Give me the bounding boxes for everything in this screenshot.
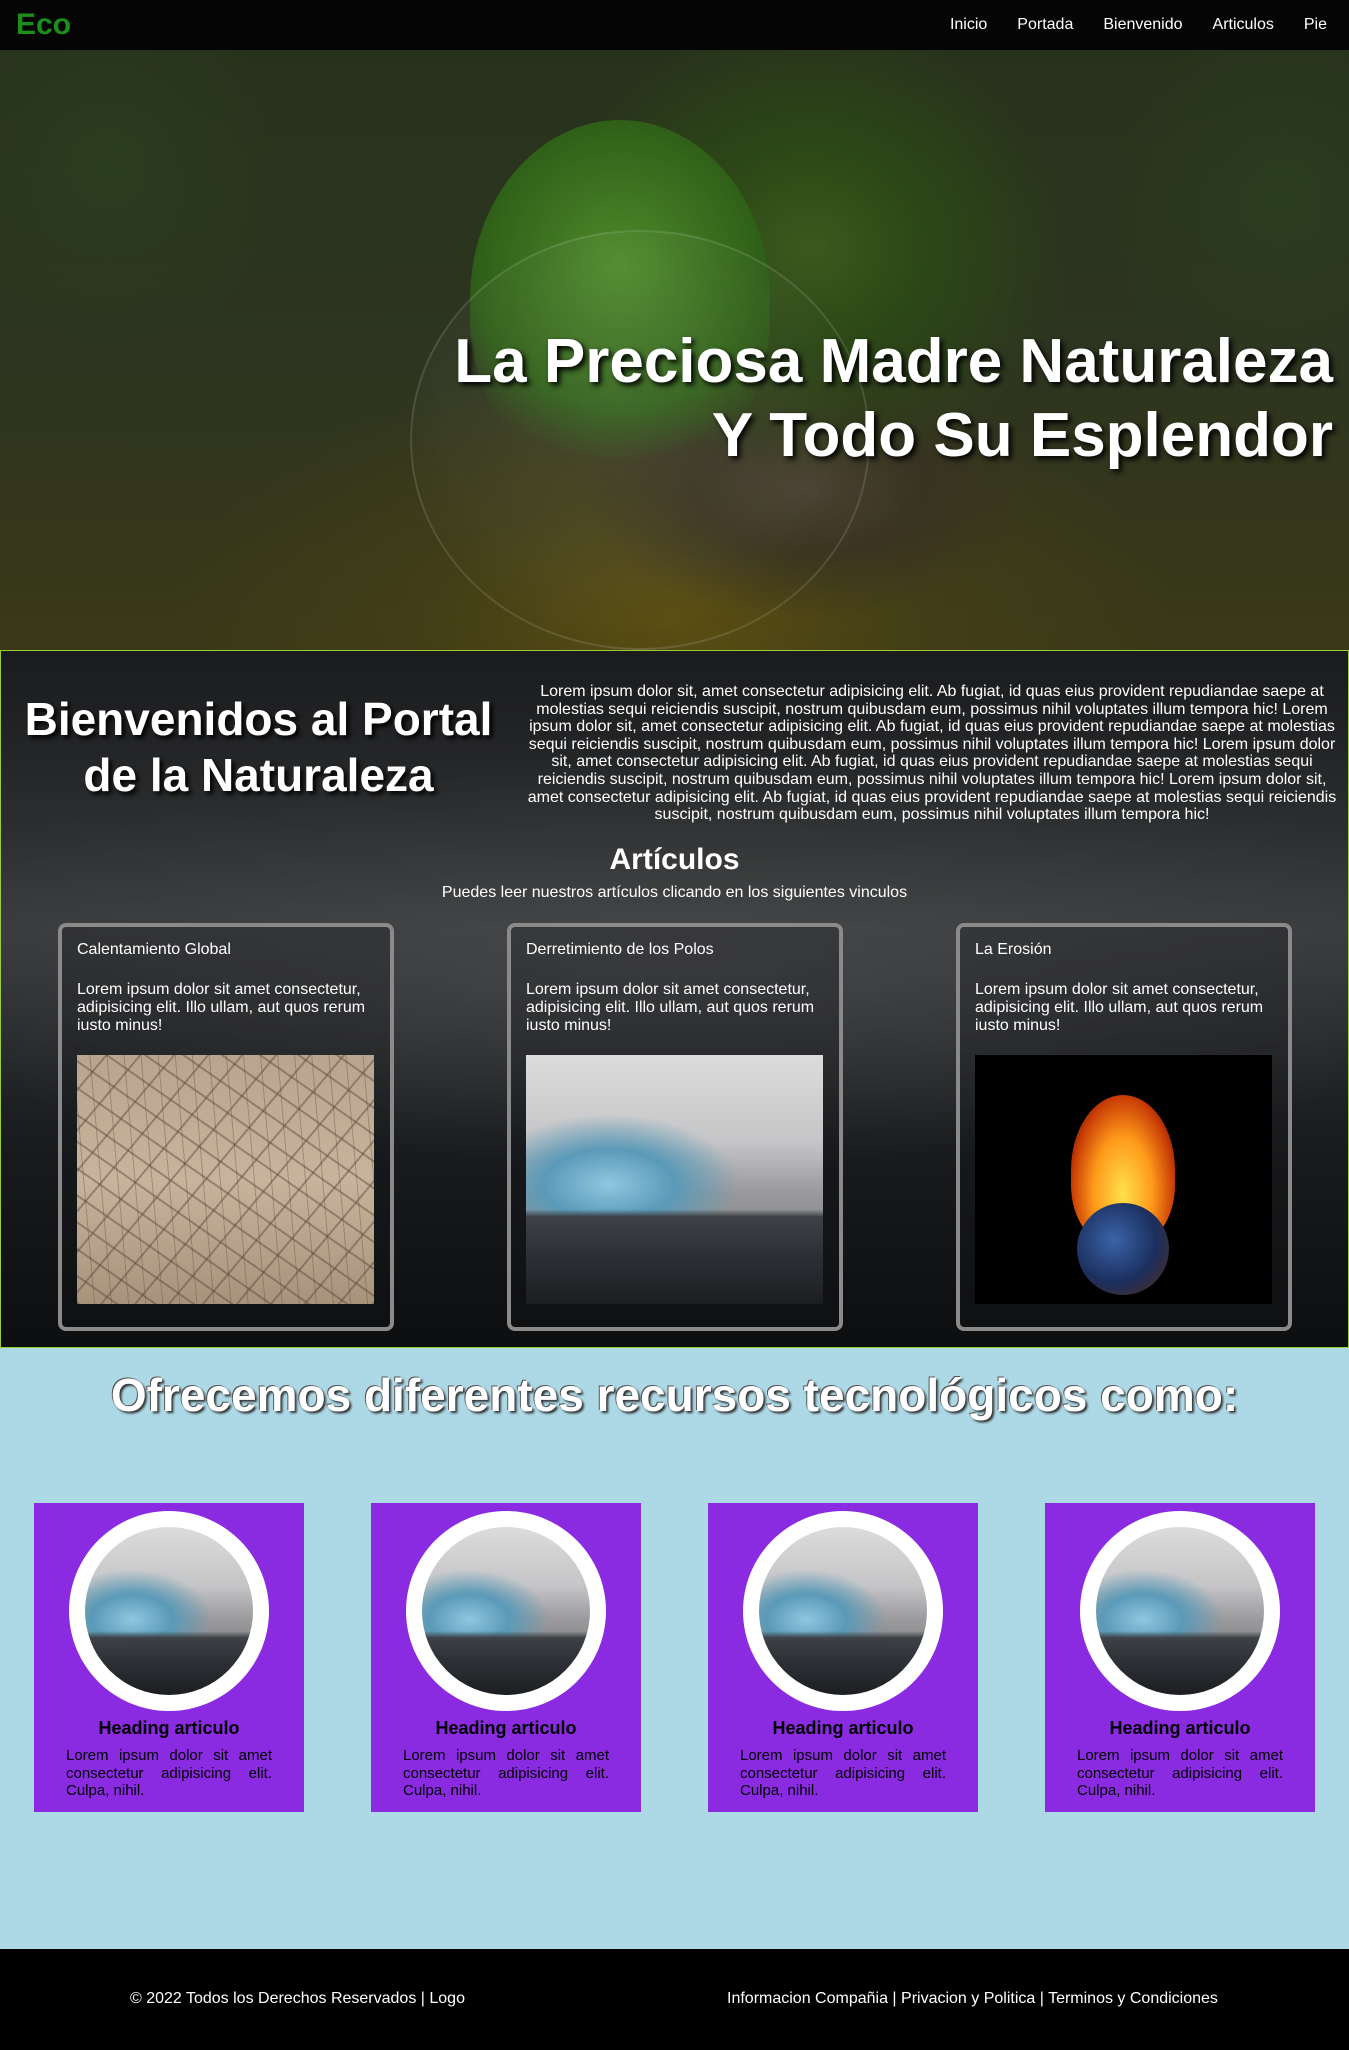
resource-image-frame — [743, 1511, 943, 1711]
footer-link-terminos[interactable]: Terminos y Condiciones — [1048, 1990, 1218, 2007]
hero-title: La Preciosa Madre Naturaleza Y Todo Su E… — [454, 325, 1333, 474]
hero-title-line1: La Preciosa Madre Naturaleza — [454, 327, 1333, 396]
footer-link-informacion[interactable]: Informacion Compañia — [727, 1990, 888, 2007]
article-card-title: Calentamiento Global — [77, 941, 231, 958]
footer-link-privacion[interactable]: Privacion y Politica — [901, 1990, 1035, 2007]
article-card-text: Lorem ipsum dolor sit amet consectetur, … — [975, 981, 1264, 1034]
article-card-title: Derretimiento de los Polos — [526, 941, 714, 958]
resource-heading: Heading articulo — [98, 1718, 240, 1738]
article-card-text: Lorem ipsum dolor sit amet consectetur, … — [526, 981, 815, 1034]
resources-title: Ofrecemos diferentes recursos tecnológic… — [110, 1369, 1239, 1421]
resource-heading: Heading articulo — [772, 1718, 914, 1738]
nav-link-pie[interactable]: Pie — [1304, 16, 1327, 34]
welcome-title: Bienvenidos al Portal de la Naturaleza — [24, 693, 493, 802]
articles-heading: Artículos — [609, 843, 740, 876]
footer-separator: | — [1035, 1990, 1049, 2007]
footer-separator: | — [887, 1990, 902, 2007]
welcome-text: Lorem ipsum dolor sit, amet consectetur … — [527, 683, 1337, 824]
resources-section: Ofrecemos diferentes recursos tecnológic… — [0, 1348, 1349, 1949]
resource-image-frame — [69, 1511, 269, 1711]
site-logo[interactable]: Eco — [16, 8, 71, 42]
top-navbar: Eco Inicio Portada Bienvenido Articulos … — [0, 0, 1349, 50]
hero-title-line2: Y Todo Su Esplendor — [711, 401, 1333, 471]
footer-links: Informacion Compañia | Privacion y Polit… — [727, 1990, 1218, 2008]
cracked-earth-image — [77, 1055, 374, 1304]
resource-glacier-image — [1096, 1527, 1264, 1695]
resource-text: Lorem ipsum dolor sit amet consectetur a… — [66, 1747, 272, 1800]
resource-image-frame — [1080, 1511, 1280, 1711]
nav-link-articulos[interactable]: Articulos — [1213, 16, 1274, 34]
nav-link-portada[interactable]: Portada — [1017, 16, 1073, 34]
resource-heading: Heading articulo — [1109, 1718, 1251, 1738]
resource-card[interactable]: Heading articulo Lorem ipsum dolor sit a… — [708, 1503, 978, 1812]
article-card-calentamiento[interactable]: Calentamiento Global Lorem ipsum dolor s… — [58, 923, 394, 1331]
resource-glacier-image — [422, 1527, 590, 1695]
resource-glacier-image — [759, 1527, 927, 1695]
article-card-title: La Erosión — [975, 941, 1052, 958]
burning-earth-image — [975, 1055, 1272, 1304]
page-footer: © 2022 Todos los Derechos Reservados | L… — [0, 1949, 1349, 2050]
resource-heading: Heading articulo — [435, 1718, 577, 1738]
resource-card[interactable]: Heading articulo Lorem ipsum dolor sit a… — [1045, 1503, 1315, 1812]
resource-text: Lorem ipsum dolor sit amet consectetur a… — [740, 1747, 946, 1800]
nav-link-bienvenido[interactable]: Bienvenido — [1103, 16, 1182, 34]
hero-banner: La Preciosa Madre Naturaleza Y Todo Su E… — [0, 50, 1349, 650]
resource-card[interactable]: Heading articulo Lorem ipsum dolor sit a… — [34, 1503, 304, 1812]
nav-links: Inicio Portada Bienvenido Articulos Pie — [950, 16, 1333, 34]
article-card-erosion[interactable]: La Erosión Lorem ipsum dolor sit amet co… — [956, 923, 1292, 1331]
resource-text: Lorem ipsum dolor sit amet consectetur a… — [403, 1747, 609, 1800]
resource-glacier-image — [85, 1527, 253, 1695]
resource-text: Lorem ipsum dolor sit amet consectetur a… — [1077, 1747, 1283, 1800]
article-card-derretimiento[interactable]: Derretimiento de los Polos Lorem ipsum d… — [507, 923, 843, 1331]
article-card-text: Lorem ipsum dolor sit amet consectetur, … — [77, 981, 366, 1034]
resource-card[interactable]: Heading articulo Lorem ipsum dolor sit a… — [371, 1503, 641, 1812]
footer-copyright: © 2022 Todos los Derechos Reservados | L… — [130, 1990, 465, 2007]
glacier-image — [526, 1055, 823, 1304]
welcome-section: Bienvenidos al Portal de la Naturaleza L… — [0, 650, 1349, 1348]
earth-globe-shape — [1077, 1203, 1169, 1295]
resource-image-frame — [406, 1511, 606, 1711]
articles-subheading: Puedes leer nuestros artículos clicando … — [441, 884, 908, 901]
nav-link-inicio[interactable]: Inicio — [950, 16, 987, 34]
